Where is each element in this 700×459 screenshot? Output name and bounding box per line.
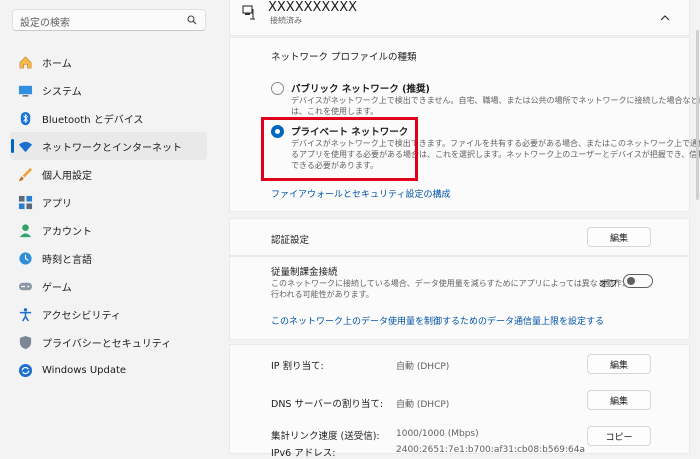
sidebar-item-label: Windows Update — [42, 364, 127, 376]
scrollbar[interactable] — [696, 30, 699, 200]
metered-connection-toggle[interactable] — [623, 274, 653, 288]
ip-edit-button[interactable]: 編集 — [587, 354, 651, 374]
ip-assignment-label: IP 割り当て: — [271, 361, 324, 372]
person-icon — [17, 222, 33, 238]
chevron-up-icon[interactable] — [660, 7, 670, 26]
toggle-knob — [627, 277, 635, 285]
metered-connection-label: 従量制課金接続 — [271, 267, 338, 278]
dns-edit-button[interactable]: 編集 — [587, 390, 651, 410]
sidebar-item-label: アクセシビリティ — [42, 310, 121, 322]
auth-edit-button[interactable]: 編集 — [587, 227, 651, 247]
dns-assignment-label: DNS サーバーの割り当て: — [271, 399, 384, 410]
public-network-title: パブリック ネットワーク (推奨) — [291, 84, 430, 95]
public-network-radio[interactable] — [271, 82, 284, 95]
auth-settings-row: 認証設定 編集 — [229, 218, 690, 256]
sidebar-item-label: 個人用設定 — [42, 170, 92, 182]
dns-assignment-value: 自動 (DHCP) — [396, 400, 450, 410]
accessibility-icon — [17, 306, 33, 322]
metered-connection-desc: 行われる可能性があります。 — [271, 290, 374, 299]
network-properties-panel: XXXXXXXXXX 接続済み ネットワーク プロファイルの種類 パブリック ネ… — [229, 0, 700, 459]
public-network-desc: は、これを使用します。 — [291, 107, 379, 116]
sidebar-item-windows-update[interactable]: Windows Update — [10, 356, 207, 384]
monitor-icon — [17, 82, 33, 98]
sidebar-item-time-language[interactable]: 時刻と言語 — [10, 244, 207, 272]
sidebar-item-network[interactable]: ネットワークとインターネット — [10, 132, 207, 160]
globe-clock-icon — [17, 250, 33, 266]
metered-connection-card: 従量制課金接続 このネットワークに接続している場合、データ使用量を減らすためにア… — [229, 256, 690, 340]
firewall-settings-link[interactable]: ファイアウォールとセキュリティ設定の構成 — [271, 187, 450, 200]
sidebar-item-personalization[interactable]: 個人用設定 — [10, 160, 207, 188]
public-network-desc: デバイスがネットワーク上で検出できません。自宅、職場、または公共の場所でネットワ… — [291, 96, 700, 105]
sidebar-item-label: Bluetooth とデバイス — [42, 114, 144, 126]
selection-highlight-box — [261, 117, 418, 181]
shield-icon — [17, 334, 33, 350]
sidebar-nav: ホーム システム Bluetooth とデバイス ネットワークとインターネット … — [10, 48, 207, 384]
gamepad-icon — [17, 278, 33, 294]
sidebar-item-home[interactable]: ホーム — [10, 48, 207, 76]
sidebar-item-privacy[interactable]: プライバシーとセキュリティ — [10, 328, 207, 356]
sidebar-item-label: 時刻と言語 — [42, 254, 92, 266]
link-speed-value: 1000/1000 (Mbps) — [396, 429, 479, 439]
brush-icon — [17, 166, 33, 182]
ip-settings-card: IP 割り当て: 自動 (DHCP) 編集 DNS サーバーの割り当て: 自動 … — [229, 344, 690, 459]
network-name: XXXXXXXXXX — [268, 0, 358, 15]
sidebar-item-label: アカウント — [42, 226, 92, 238]
apps-icon — [17, 194, 33, 210]
update-icon — [17, 362, 33, 378]
ipv6-address-label: IPv6 アドレス: — [271, 448, 336, 459]
auth-settings-label: 認証設定 — [271, 235, 310, 246]
sidebar: 設定の検索 ホーム システム Bluetooth とデバイス ネットワークとイン… — [0, 0, 218, 450]
sidebar-item-label: システム — [42, 86, 82, 98]
metered-toggle-state: オフ — [599, 279, 619, 290]
sidebar-item-apps[interactable]: アプリ — [10, 188, 207, 216]
sidebar-item-accessibility[interactable]: アクセシビリティ — [10, 300, 207, 328]
connection-status: 接続済み — [270, 16, 302, 25]
sidebar-item-bluetooth[interactable]: Bluetooth とデバイス — [10, 104, 207, 132]
sidebar-item-accounts[interactable]: アカウント — [10, 216, 207, 244]
home-icon — [17, 54, 33, 70]
sidebar-item-label: ゲーム — [42, 282, 72, 294]
network-header[interactable]: XXXXXXXXXX 接続済み — [229, 0, 690, 36]
search-icon — [187, 15, 197, 28]
wifi-icon — [17, 138, 33, 154]
data-limit-link[interactable]: このネットワーク上のデータ使用量を制御するためのデータ通信量上限を設定する — [271, 314, 604, 327]
sidebar-item-label: アプリ — [42, 198, 72, 210]
sidebar-item-label: プライバシーとセキュリティ — [42, 338, 172, 350]
ip-assignment-value: 自動 (DHCP) — [396, 362, 450, 372]
sidebar-item-gaming[interactable]: ゲーム — [10, 272, 207, 300]
bluetooth-icon — [17, 110, 33, 126]
metered-connection-desc: このネットワークに接続している場合、データ使用量を減らすためにアプリによっては異… — [271, 279, 630, 288]
link-speed-label: 集計リンク速度 (送受信): — [271, 431, 380, 442]
sidebar-item-label: ホーム — [42, 58, 72, 70]
sidebar-item-label: ネットワークとインターネット — [42, 142, 182, 154]
sidebar-item-system[interactable]: システム — [10, 76, 207, 104]
ipv6-address-value: 2400:2651:7e1:b700:af31:cb08:b569:64a — [396, 445, 586, 455]
search-input[interactable]: 設定の検索 — [12, 9, 206, 31]
search-placeholder: 設定の検索 — [20, 18, 70, 29]
network-icon — [242, 5, 256, 25]
copy-button[interactable]: コピー — [587, 426, 651, 446]
profile-heading: ネットワーク プロファイルの種類 — [271, 52, 417, 63]
